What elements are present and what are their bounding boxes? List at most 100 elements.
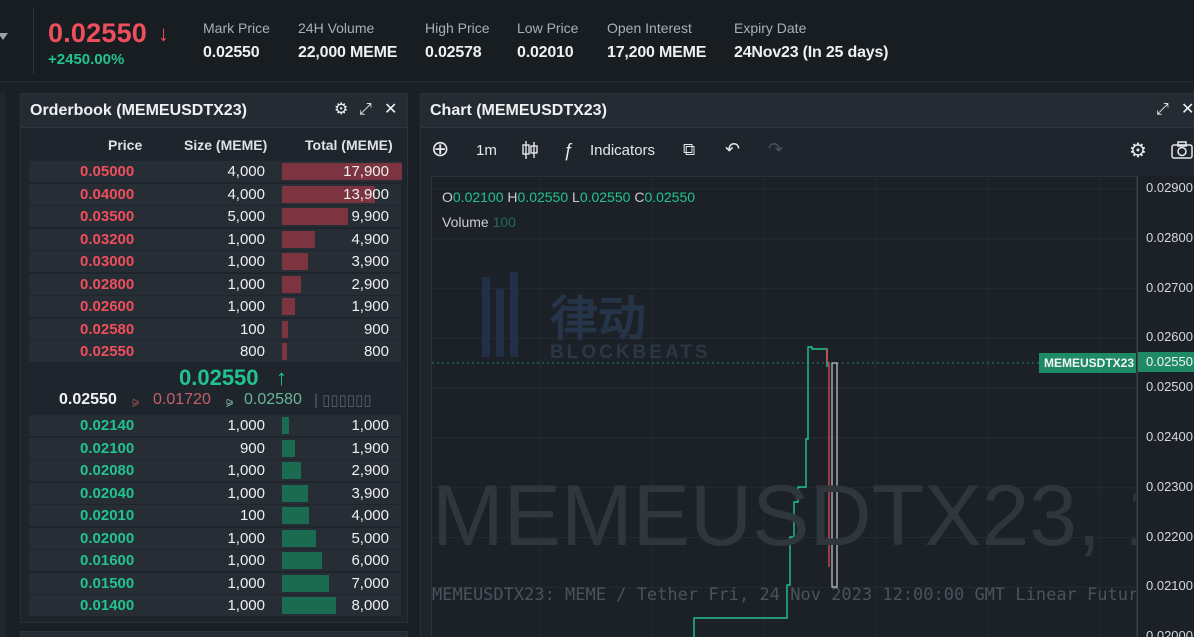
orderbook-header: Orderbook (MEMEUSDTX23) ⚙ ⤢ ✕ bbox=[21, 94, 407, 128]
bid-depth-bar bbox=[282, 597, 336, 614]
indicators-button[interactable]: Indicators bbox=[590, 142, 655, 159]
ask-price: 0.05000 bbox=[80, 163, 135, 180]
ask-row[interactable]: 0.04000 4,000 13,900 bbox=[29, 183, 401, 205]
add-symbol-icon[interactable]: ⊕ bbox=[431, 138, 449, 160]
bid-row[interactable]: 0.02080 1,000 2,900 bbox=[29, 460, 401, 481]
screenshot-icon bbox=[1171, 141, 1193, 159]
ohlc-low: 0.02550 bbox=[579, 189, 631, 205]
chart-panel: Chart (MEMEUSDTX23) ⤢ ✕ ⊕ 1m ƒ Indicator… bbox=[420, 93, 1194, 637]
ask-size: 4,000 bbox=[227, 185, 265, 203]
interval-selector[interactable]: 1m bbox=[476, 142, 497, 159]
candle-type-icon[interactable] bbox=[521, 140, 539, 165]
bid-size: 1,000 bbox=[227, 484, 265, 502]
ask-row[interactable]: 0.02600 1,000 1,900 bbox=[29, 296, 401, 317]
bid-total: 6,000 bbox=[351, 552, 389, 569]
bid-row[interactable]: 0.01600 1,000 6,000 bbox=[29, 550, 401, 571]
price-tick: 0.02400 bbox=[1146, 429, 1193, 444]
stat-open-interest: Open Interest 17,200 MEME bbox=[607, 20, 707, 61]
orderbook-panel: Orderbook (MEMEUSDTX23) ⚙ ⤢ ✕ Price Size… bbox=[20, 93, 408, 623]
stat-expiry-date: Expiry Date 24Nov23 (In 25 days) bbox=[734, 20, 889, 61]
col-price: Price bbox=[108, 137, 143, 153]
best-bid-value: 0.02580 bbox=[244, 391, 302, 408]
bid-price: 0.02010 bbox=[80, 507, 135, 524]
ask-size: 1,000 bbox=[227, 230, 265, 248]
expand-icon[interactable]: ⤢ bbox=[1156, 102, 1169, 118]
bid-price: 0.02140 bbox=[80, 417, 135, 434]
bid-row[interactable]: 0.02010 100 4,000 bbox=[29, 505, 401, 526]
chart-title: Chart (MEMEUSDTX23) bbox=[430, 102, 607, 119]
ask-depth-bar bbox=[282, 230, 315, 248]
ask-price: 0.02550 bbox=[80, 343, 135, 360]
bid-price: 0.02080 bbox=[80, 462, 135, 479]
best-ask-value: 0.01720 bbox=[153, 391, 211, 408]
price-tick: 0.02300 bbox=[1146, 478, 1193, 494]
bid-row[interactable]: 0.02040 1,000 3,900 bbox=[29, 482, 401, 504]
bid-row[interactable]: 0.02100 900 1,900 bbox=[29, 437, 401, 459]
ask-total: 3,900 bbox=[351, 253, 389, 270]
ohlc-legend: O0.02100 H0.02550 L0.02550 C0.02550 bbox=[442, 189, 696, 205]
popout-icon[interactable]: ⧉ bbox=[683, 140, 695, 160]
watermark-logo-bar bbox=[496, 289, 504, 357]
price-change: +2450.00% bbox=[48, 51, 125, 68]
close-icon[interactable]: ✕ bbox=[1181, 102, 1194, 118]
bid-size: 1,000 bbox=[227, 597, 265, 614]
bid-depth-bar bbox=[282, 574, 329, 592]
redo-icon[interactable]: ↷ bbox=[768, 139, 783, 160]
buy-icon: ⪩ bbox=[226, 394, 234, 409]
ask-total: 800 bbox=[363, 343, 389, 360]
gear-icon[interactable]: ⚙ bbox=[334, 102, 348, 118]
price-tick: 0.02500 bbox=[1146, 379, 1193, 395]
bid-size: 1,000 bbox=[227, 529, 265, 547]
bid-row[interactable]: 0.01400 1,000 8,000 bbox=[29, 595, 401, 616]
bid-row[interactable]: 0.01500 1,000 7,000 bbox=[29, 572, 401, 594]
bid-size: 100 bbox=[239, 507, 265, 524]
ask-price: 0.03500 bbox=[80, 208, 135, 225]
ask-row[interactable]: 0.03200 1,000 4,900 bbox=[29, 228, 401, 250]
chart-plot-area[interactable]: 律动 BLOCKBEATS MEMEUSDTX23, 1 MEMEUSDTX23… bbox=[431, 176, 1137, 637]
ask-total: 2,900 bbox=[351, 275, 389, 293]
price-tick: 0.02600 bbox=[1146, 329, 1193, 345]
expand-icon[interactable]: ⤢ bbox=[359, 102, 372, 118]
price-tick: 0.02200 bbox=[1146, 528, 1193, 544]
ask-row[interactable]: 0.02580 100 900 bbox=[29, 318, 401, 340]
indicators-icon[interactable]: ƒ bbox=[563, 140, 573, 161]
bid-price: 0.01400 bbox=[80, 597, 135, 614]
lower-panel-edge bbox=[20, 631, 408, 637]
ask-size: 1,000 bbox=[227, 298, 265, 315]
ask-row[interactable]: 0.03000 1,000 3,900 bbox=[29, 251, 401, 272]
ask-size: 100 bbox=[239, 320, 265, 338]
bid-depth-bar bbox=[282, 529, 316, 547]
bid-depth-bar bbox=[282, 507, 309, 524]
ask-row[interactable]: 0.03500 5,000 9,900 bbox=[29, 206, 401, 227]
chart-canvas bbox=[432, 177, 1136, 637]
ask-total: 900 bbox=[363, 320, 389, 338]
stat-low-price: Low Price 0.02010 bbox=[517, 20, 579, 61]
ask-depth-bar bbox=[282, 320, 289, 338]
close-icon[interactable]: ✕ bbox=[384, 102, 397, 118]
undo-icon[interactable]: ↶ bbox=[725, 139, 740, 160]
bid-row[interactable]: 0.02000 1,000 5,000 bbox=[29, 527, 401, 549]
bid-price: 0.01600 bbox=[80, 552, 135, 569]
camera-icon[interactable] bbox=[1171, 141, 1193, 163]
ask-price: 0.02580 bbox=[80, 320, 135, 338]
ohlc-open: 0.02100 bbox=[452, 189, 504, 205]
bid-price: 0.02040 bbox=[80, 484, 135, 502]
chart-header: Chart (MEMEUSDTX23) ⤢ ✕ bbox=[421, 94, 1194, 128]
market-selector-caret-icon[interactable] bbox=[0, 33, 8, 40]
price-tick: 0.02800 bbox=[1146, 229, 1193, 245]
bid-total: 1,900 bbox=[351, 439, 389, 457]
symbol-watermark: MEMEUSDTX23, 1 bbox=[432, 468, 1137, 564]
ask-total: 4,900 bbox=[351, 230, 389, 248]
bid-depth-bar bbox=[282, 462, 302, 479]
ask-row[interactable]: 0.02800 1,000 2,900 bbox=[29, 273, 401, 295]
bid-total: 3,900 bbox=[351, 484, 389, 502]
ask-row[interactable]: 0.02550 800 800 bbox=[29, 341, 401, 362]
ask-row[interactable]: 0.05000 4,000 17,900 bbox=[29, 161, 402, 182]
ask-price: 0.03200 bbox=[80, 230, 135, 248]
bid-total: 1,000 bbox=[351, 417, 389, 434]
price-axis[interactable]: 0.02900 0.02800 0.02700 0.02600 0.02500 0.024… bbox=[1137, 176, 1194, 637]
ohlc-close: 0.02550 bbox=[644, 189, 696, 205]
chart-settings-gear-icon[interactable]: ⚙ bbox=[1129, 138, 1147, 163]
last-price: 0.02550 bbox=[48, 18, 147, 48]
bid-row[interactable]: 0.02140 1,000 1,000 bbox=[29, 415, 401, 436]
